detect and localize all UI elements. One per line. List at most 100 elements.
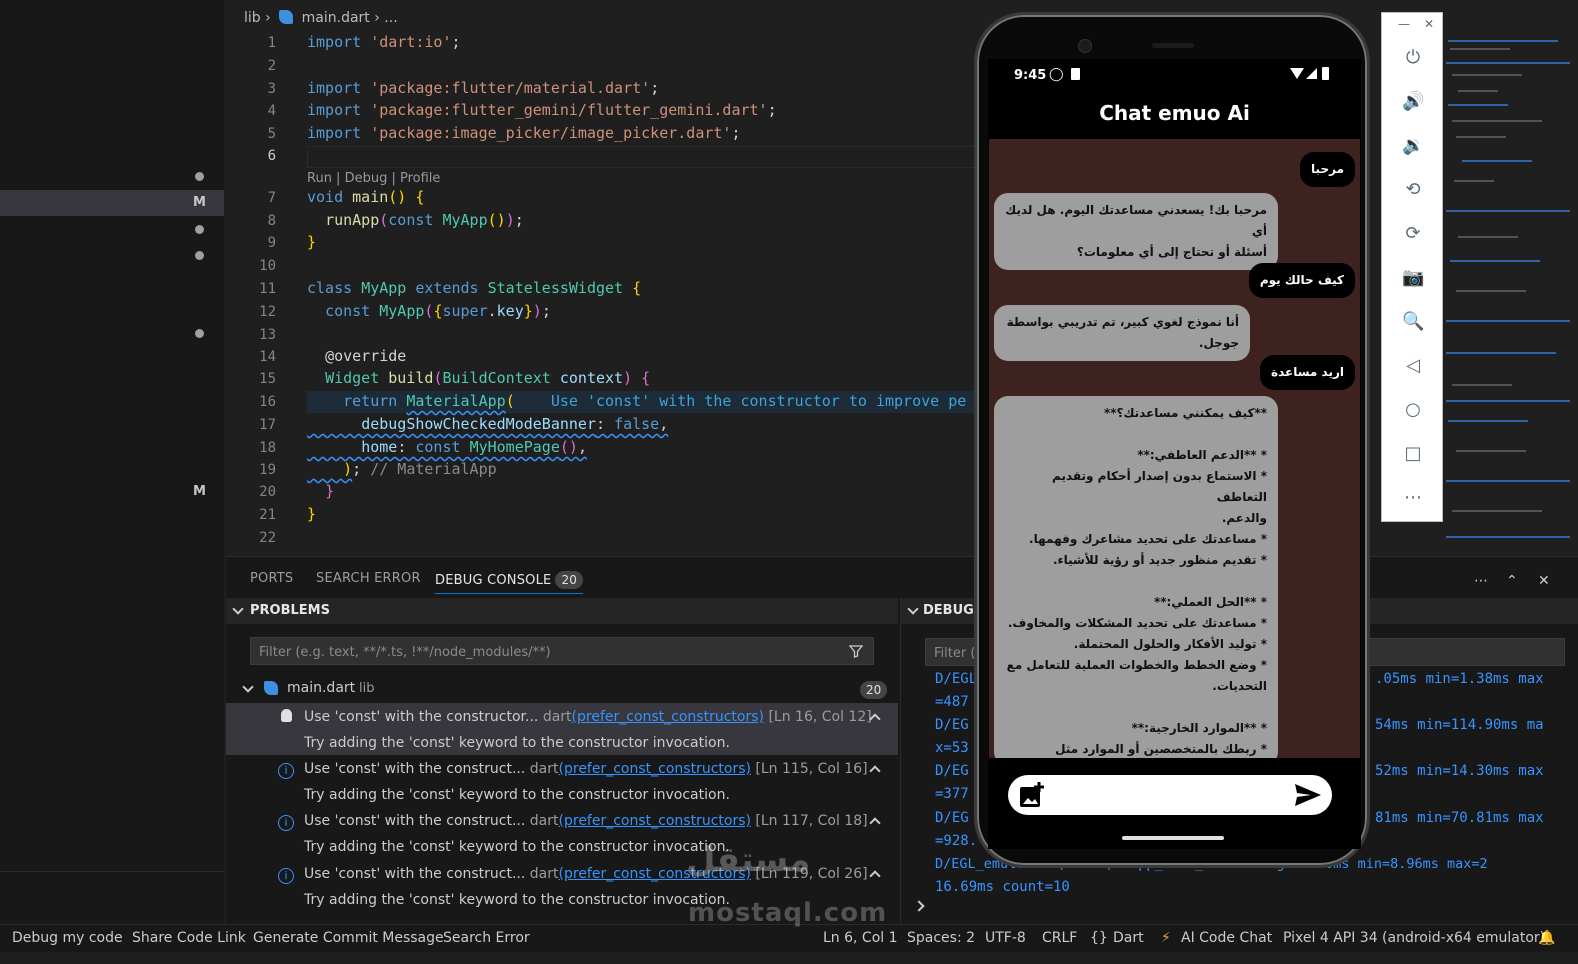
status-language[interactable]: Dart xyxy=(1113,930,1144,946)
code-line[interactable]: return MaterialApp( Use 'const' with the… xyxy=(307,392,966,410)
codelens-run-debug-profile[interactable]: Run | Debug | Profile xyxy=(307,171,440,186)
section-title: DEBUG xyxy=(923,603,974,618)
problem-rule-link[interactable]: (prefer_const_constructors) xyxy=(559,813,751,829)
code-token: MaterialApp xyxy=(406,392,506,410)
code-token: import xyxy=(307,79,362,97)
console-line: 52ms min=14.30ms max xyxy=(1375,763,1544,779)
tab-debug-console[interactable]: DEBUG CONSOLE 20 xyxy=(435,571,584,594)
code-line[interactable]: } xyxy=(307,505,316,523)
console-line: D/EG xyxy=(935,717,969,733)
console-line: 54ms min=114.90ms ma xyxy=(1375,717,1544,733)
problems-section-header[interactable]: PROBLEMS xyxy=(226,598,898,624)
home-icon[interactable]: ○ xyxy=(1402,399,1424,421)
dart-file-icon xyxy=(279,10,294,24)
problem-rule-link[interactable]: (prefer_const_constructors) xyxy=(559,761,751,777)
status-encoding[interactable]: UTF-8 xyxy=(985,930,1026,946)
explorer-selected-row[interactable] xyxy=(0,190,224,216)
problem-rule-link[interactable]: (prefer_const_constructors) xyxy=(572,709,764,725)
chevron-up-icon[interactable] xyxy=(869,870,881,882)
code-token: key xyxy=(496,302,524,320)
close-panel-icon[interactable]: ✕ xyxy=(1538,573,1550,589)
status-eol[interactable]: CRLF xyxy=(1042,930,1077,946)
status-cursor-position[interactable]: Ln 6, Col 1 xyxy=(823,930,898,946)
chat-input-field[interactable] xyxy=(1008,775,1332,815)
phone-screen[interactable]: 9:45 ◯ Chat emuo Ai مرحبا مرحبا بك! يسعد… xyxy=(988,59,1361,849)
code-token: BuildContext xyxy=(442,369,551,387)
problem-source: dart xyxy=(529,866,559,882)
problems-file-group[interactable]: main.dart lib 20 xyxy=(226,679,898,703)
code-line[interactable]: @override xyxy=(307,347,406,365)
rotate-right-icon[interactable]: ⟳ xyxy=(1402,223,1424,245)
status-search-error[interactable]: Search Error xyxy=(443,930,530,946)
status-generate-commit[interactable]: Generate Commit Message xyxy=(253,930,444,946)
filter-icon[interactable] xyxy=(849,644,863,658)
problem-item[interactable]: i Use 'const' with the construct... dart… xyxy=(226,755,898,807)
send-icon[interactable] xyxy=(1294,783,1322,807)
code-token: const xyxy=(325,302,371,320)
breadcrumb-symbol[interactable]: ... xyxy=(384,10,397,26)
status-indentation[interactable]: Spaces: 2 xyxy=(907,930,975,946)
power-icon[interactable]: ⏻ xyxy=(1402,47,1424,69)
code-line[interactable]: home: const MyHomePage(), xyxy=(307,438,587,456)
code-line[interactable]: } xyxy=(307,233,316,251)
tab-search-error[interactable]: SEARCH ERROR xyxy=(316,571,421,586)
code-line[interactable]: class MyApp extends StatelessWidget { xyxy=(307,279,641,297)
code-line[interactable]: debugShowCheckedModeBanner: false, xyxy=(307,415,668,433)
code-token: const xyxy=(415,438,461,456)
code-line[interactable]: import 'package:image_picker/image_picke… xyxy=(307,124,740,142)
problem-detail: Try adding the 'const' keyword to the co… xyxy=(304,892,730,908)
code-line[interactable]: const MyApp({super.key}); xyxy=(307,302,551,320)
chevron-up-icon[interactable] xyxy=(869,817,881,829)
minimize-icon[interactable]: — xyxy=(1398,17,1410,31)
code-editor[interactable]: lib › main.dart › ... 1 2 3 4 5 6 7 8 9 … xyxy=(226,0,986,556)
add-image-icon[interactable] xyxy=(1018,781,1046,809)
problems-filter-input[interactable]: Filter (e.g. text, **/*.ts, !**/node_mod… xyxy=(250,637,874,665)
status-share-code-link[interactable]: Share Code Link xyxy=(132,930,246,946)
camera-icon[interactable]: 📷 xyxy=(1402,267,1424,289)
zoom-icon[interactable]: 🔍 xyxy=(1402,311,1424,333)
back-icon[interactable]: ◁ xyxy=(1402,355,1424,377)
console-line: D/EG xyxy=(935,763,969,779)
problem-location: [Ln 115, Col 16] xyxy=(755,761,868,777)
gesture-home-bar[interactable] xyxy=(1122,836,1224,840)
code-line[interactable]: import 'package:flutter/material.dart'; xyxy=(307,79,659,97)
more-icon[interactable]: ⋯ xyxy=(1402,487,1424,509)
status-ai-code-chat[interactable]: AI Code Chat xyxy=(1181,930,1272,946)
filter-placeholder: Filter ( xyxy=(934,646,976,661)
status-device[interactable]: Pixel 4 API 34 (android-x64 emulator) xyxy=(1283,930,1545,946)
code-line[interactable]: ); // MaterialApp xyxy=(307,460,497,478)
code-line[interactable]: } xyxy=(307,482,334,500)
close-icon[interactable]: ✕ xyxy=(1424,17,1434,31)
volume-up-icon[interactable]: 🔊 xyxy=(1402,91,1424,113)
overview-icon[interactable]: □ xyxy=(1402,443,1424,465)
code-line[interactable]: void main() { xyxy=(307,188,424,206)
chat-message-list[interactable]: مرحبا مرحبا بك! يسعدني مساعدتك اليوم. هل… xyxy=(989,139,1360,758)
code-line[interactable]: import 'package:flutter_gemini/flutter_g… xyxy=(307,101,777,119)
maximize-panel-icon[interactable]: ⌃ xyxy=(1506,573,1518,589)
lightbulb-icon[interactable] xyxy=(281,709,292,722)
code-line[interactable]: runApp(const MyApp()); xyxy=(307,211,524,229)
problem-item[interactable]: Use 'const' with the constructor... dart… xyxy=(226,703,898,755)
console-prompt-icon[interactable] xyxy=(913,900,925,912)
chevron-up-icon[interactable] xyxy=(869,765,881,777)
tab-ports[interactable]: PORTS xyxy=(250,571,293,586)
chevron-right-icon: › xyxy=(374,10,385,26)
breadcrumb-file[interactable]: main.dart xyxy=(302,10,370,26)
code-line[interactable]: Widget build(BuildContext context) { xyxy=(307,369,650,387)
volume-down-icon[interactable]: 🔉 xyxy=(1402,135,1424,157)
more-actions-icon[interactable]: ⋯ xyxy=(1474,573,1488,589)
line-number: 21 xyxy=(259,507,276,523)
battery-icon xyxy=(1322,67,1329,80)
inline-diagnostic-hint: Use 'const' with the constructor to impr… xyxy=(550,392,967,410)
breadcrumb-folder[interactable]: lib xyxy=(244,10,261,26)
console-line: =928. xyxy=(935,833,978,849)
status-debug-my-code[interactable]: Debug my code xyxy=(12,930,123,946)
rotate-left-icon[interactable]: ⟲ xyxy=(1402,179,1424,201)
bell-icon[interactable]: 🔔 xyxy=(1538,930,1555,946)
chevron-down-icon xyxy=(232,603,244,615)
breadcrumb[interactable]: lib › main.dart › ... xyxy=(244,10,398,26)
dart-file-icon xyxy=(264,681,278,695)
console-line: =377 xyxy=(935,786,969,802)
line-number: 2 xyxy=(267,58,276,74)
code-line[interactable]: import 'dart:io'; xyxy=(307,33,461,51)
